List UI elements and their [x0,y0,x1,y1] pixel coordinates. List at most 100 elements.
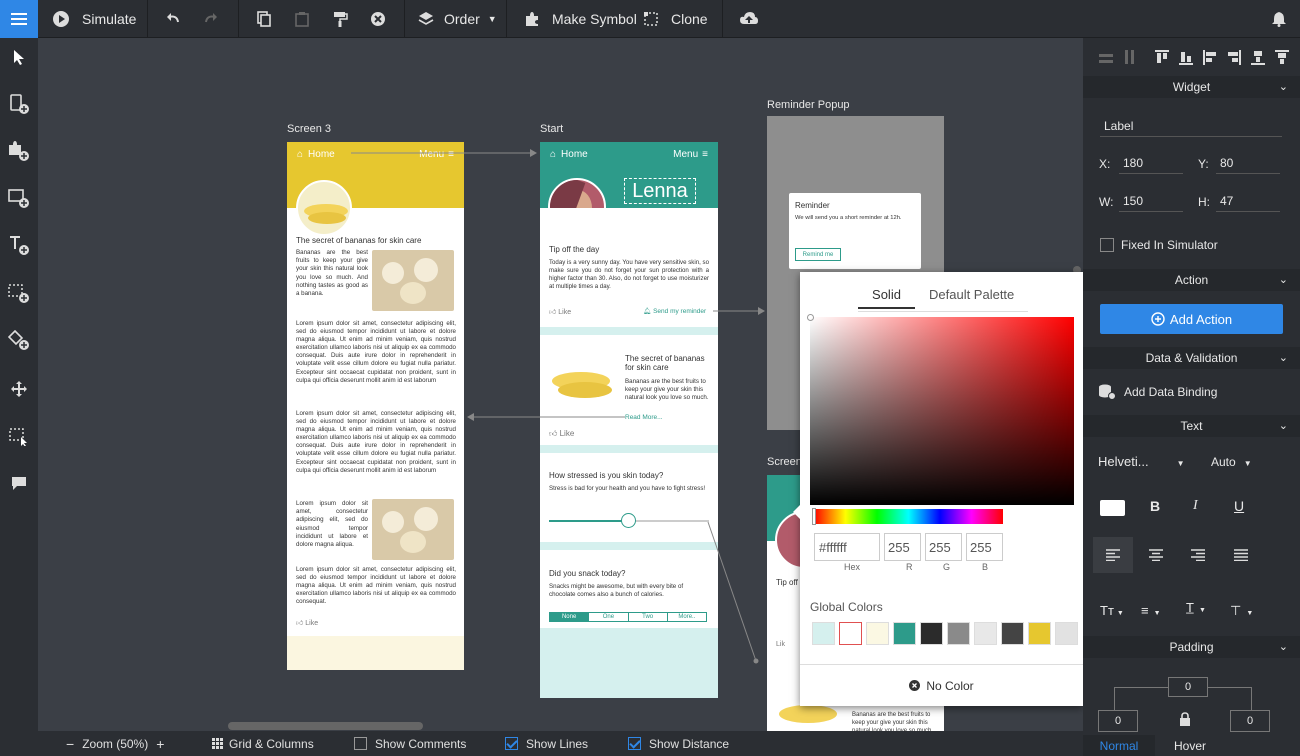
global-color-swatch[interactable] [1028,622,1051,645]
w-input[interactable]: 150 [1119,190,1183,212]
lock-icon[interactable] [1179,712,1191,726]
move-tool[interactable] [0,374,38,404]
paste-button[interactable] [294,0,310,38]
widget-label-field[interactable]: Label [1100,115,1282,137]
paste-icon [295,12,309,27]
no-color-button[interactable]: No Color [800,665,1083,706]
global-color-swatch[interactable] [1055,622,1078,645]
show-lines-checkbox[interactable] [505,737,518,750]
undo-button[interactable] [165,0,181,38]
delete-button[interactable] [370,0,386,38]
add-data-binding-button[interactable]: Add Data Binding [1099,384,1217,400]
order-button[interactable]: Order ▼ [418,0,497,38]
add-action-button[interactable]: Add Action [1100,304,1283,334]
tab-hover[interactable]: Hover [1155,735,1225,756]
saturation-value-area[interactable] [807,314,1074,505]
zoom-in-button[interactable]: + [156,736,164,752]
align-right-icon[interactable] [1227,50,1241,66]
bold-button[interactable]: B [1150,498,1160,514]
copy-button[interactable] [256,0,272,38]
distribute-horizontal-icon[interactable] [1123,50,1137,66]
text-color-swatch[interactable] [1100,500,1125,516]
text-align-center-icon[interactable] [1149,549,1163,561]
add-style-tool[interactable] [0,325,38,355]
tab-default-palette[interactable]: Default Palette [929,287,1014,302]
blue-input[interactable] [966,533,1003,561]
align-bottom-icon[interactable] [1179,50,1193,66]
padding-section-header[interactable]: Padding ⌄ [1083,636,1300,658]
comment-tool[interactable] [0,468,38,498]
format-painter-button[interactable] [332,0,348,38]
global-color-swatch[interactable] [974,622,997,645]
add-screen-tool[interactable] [0,89,38,119]
fixed-in-simulator-checkbox[interactable] [1100,238,1114,252]
bell-icon [1272,12,1286,27]
font-size-select[interactable]: Auto ▼ [1211,455,1252,469]
line-height-select[interactable]: ≡ ▼ [1141,603,1161,618]
align-left-text-button[interactable] [1093,537,1133,573]
tab-normal[interactable]: Normal [1083,735,1155,756]
show-comments-toggle[interactable]: Show Comments [354,731,466,756]
padding-right-input[interactable]: 0 [1230,710,1270,732]
redo-button[interactable] [203,0,219,38]
hex-input[interactable] [814,533,880,561]
padding-left-input[interactable]: 0 [1098,710,1138,732]
hue-slider[interactable] [812,508,1003,525]
h-input[interactable]: 47 [1216,190,1280,212]
show-lines-toggle[interactable]: Show Lines [505,731,588,756]
global-color-swatch[interactable] [1001,622,1024,645]
text-transform-select[interactable]: Tт ▼ [1100,603,1124,618]
add-text-tool[interactable] [0,230,38,260]
upload-button[interactable] [740,0,758,38]
horizontal-scrollbar[interactable] [228,722,423,730]
show-distance-checkbox[interactable] [628,737,641,750]
global-color-swatch[interactable] [812,622,835,645]
italic-button[interactable]: I [1193,498,1198,514]
add-widget-tool[interactable] [0,183,38,213]
y-input[interactable]: 80 [1216,152,1280,174]
show-comments-checkbox[interactable] [354,737,367,750]
close-circle-icon [371,12,385,26]
area-select-tool[interactable] [0,422,38,452]
x-input[interactable]: 180 [1119,152,1183,174]
global-color-swatch[interactable] [893,622,916,645]
widget-section-header[interactable]: Widget ⌄ [1083,76,1300,98]
add-symbol-tool[interactable] [0,136,38,166]
global-color-swatch[interactable] [920,622,943,645]
notifications-button[interactable] [1271,0,1287,38]
distribute-vertical-icon[interactable] [1099,52,1115,66]
global-color-swatch[interactable] [947,622,970,645]
global-color-swatch[interactable] [839,622,862,645]
text-align-right-icon[interactable] [1191,549,1205,561]
text-baseline-select[interactable]: T̲ ▼ [1186,600,1206,615]
text-section-header[interactable]: Text ⌄ [1083,415,1300,437]
align-center-horizontal-icon[interactable] [1275,50,1289,66]
show-distance-toggle[interactable]: Show Distance [628,731,729,756]
font-family-select[interactable]: Helveti... ▼ [1098,454,1185,469]
hue-handle[interactable] [812,508,816,525]
make-symbol-button[interactable]: Make Symbol [524,0,637,38]
align-left-icon[interactable] [1203,50,1217,66]
global-color-swatch[interactable] [866,622,889,645]
action-section-header[interactable]: Action ⌄ [1083,269,1300,291]
data-validation-section-label: Data & Validation [1145,351,1238,365]
align-top-icon[interactable] [1155,50,1169,66]
select-tool[interactable] [0,42,38,72]
zoom-out-button[interactable]: − [66,736,74,752]
color-cursor[interactable] [807,314,814,321]
underline-button[interactable]: U [1234,498,1244,514]
add-puzzle-icon [9,141,29,161]
tab-solid[interactable]: Solid [858,287,915,309]
red-input[interactable] [884,533,921,561]
clone-button[interactable]: Clone [643,0,708,38]
hamburger-menu-button[interactable] [0,0,38,38]
green-input[interactable] [925,533,962,561]
padding-top-input[interactable]: 0 [1168,677,1208,697]
text-justify-icon[interactable] [1234,549,1248,561]
data-validation-section-header[interactable]: Data & Validation ⌄ [1083,347,1300,369]
align-center-vertical-icon[interactable] [1251,50,1265,66]
simulate-button[interactable]: Simulate [52,0,136,38]
add-hotspot-tool[interactable] [0,278,38,308]
vertical-align-select[interactable]: ⊤ ▼ [1230,603,1253,619]
grid-columns-button[interactable]: Grid & Columns [212,731,314,756]
